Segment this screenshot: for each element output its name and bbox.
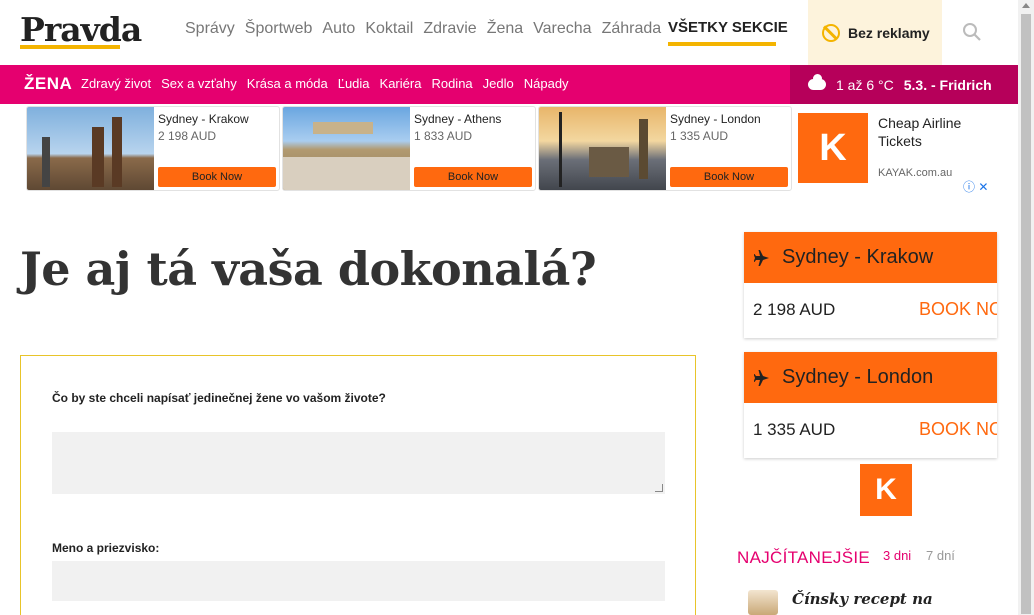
site-logo[interactable]: Pravda xyxy=(20,10,142,49)
flight-route: Sydney - Krakow xyxy=(782,246,934,268)
no-ads-label: Bez reklamy xyxy=(848,24,930,41)
article-thumbnail[interactable] xyxy=(748,590,778,615)
page: Pravda Správy Športweb Auto Koktail Zdra… xyxy=(0,0,1034,615)
main-nav: Správy Športweb Auto Koktail Zdravie Žen… xyxy=(185,20,671,38)
ad-card-athens[interactable]: Sydney - Athens 1 833 AUD Book Now xyxy=(282,106,536,191)
nav-item-zena[interactable]: Žena xyxy=(487,20,523,38)
nav-item-auto[interactable]: Auto xyxy=(322,20,355,38)
scrollbar-thumb[interactable] xyxy=(1021,14,1031,614)
athens-image xyxy=(283,107,410,190)
nav-item-zdravie[interactable]: Zdravie xyxy=(423,20,476,38)
ad-route: Sydney - London xyxy=(670,112,761,126)
ad-banner: Sydney - Krakow 2 198 AUD Book Now Sydne… xyxy=(26,106,792,191)
ad-price: 1 833 AUD xyxy=(414,129,473,143)
message-textarea[interactable] xyxy=(52,432,665,494)
weather-widget: 1 až 6 °C 5.3. - Fridrich xyxy=(790,65,1018,104)
flight-card-header: Sydney - Krakow xyxy=(744,232,997,283)
all-sections-underline xyxy=(668,42,776,46)
flight-amount: 2 198 AUD xyxy=(753,300,836,319)
ad-route: Sydney - Krakow xyxy=(158,112,249,126)
section-item-krasa-a-moda[interactable]: Krása a móda xyxy=(247,76,328,91)
scroll-up-icon[interactable] xyxy=(1022,3,1030,8)
section-nav-items: Zdravý život Sex a vzťahy Krása a móda Ľ… xyxy=(81,76,579,91)
ad-card-krakow[interactable]: Sydney - Krakow 2 198 AUD Book Now xyxy=(26,106,280,191)
resize-grip-icon[interactable] xyxy=(655,484,663,492)
nav-item-spravy[interactable]: Správy xyxy=(185,20,235,38)
kayak-logo[interactable]: K xyxy=(798,113,868,183)
flight-amount: 1 335 AUD xyxy=(753,420,836,439)
logo-underline xyxy=(20,45,120,49)
book-now-link[interactable]: BOOK NOW xyxy=(919,299,997,320)
flight-route: Sydney - London xyxy=(782,366,934,388)
flight-card-krakow[interactable]: Sydney - Krakow 2 198 AUD BOOK NOW xyxy=(744,232,997,338)
flight-card-header: Sydney - London xyxy=(744,352,997,403)
section-item-kariera[interactable]: Kariéra xyxy=(380,76,422,91)
ban-icon xyxy=(822,23,840,42)
london-image xyxy=(539,107,666,190)
plane-icon xyxy=(754,249,769,266)
nav-item-koktail[interactable]: Koktail xyxy=(365,20,413,38)
book-now-link[interactable]: BOOK NOW xyxy=(919,419,997,440)
scrollbar[interactable] xyxy=(1018,0,1034,615)
section-item-napady[interactable]: Nápady xyxy=(524,76,569,91)
section-item-zdravy-zivot[interactable]: Zdravý život xyxy=(81,76,151,91)
no-ads-button[interactable]: Bez reklamy xyxy=(808,0,942,65)
all-sections-link[interactable]: VŠETKY SEKCIE xyxy=(668,19,788,36)
adchoices-icon[interactable]: ⓘ ✕ xyxy=(963,178,988,195)
kayak-logo-small[interactable]: K xyxy=(860,464,912,516)
section-item-sex-a-vztahy[interactable]: Sex a vzťahy xyxy=(161,76,237,91)
nav-item-zahrada[interactable]: Záhrada xyxy=(602,20,662,38)
tab-3-days[interactable]: 3 dni xyxy=(883,548,911,563)
name-input[interactable] xyxy=(52,561,665,601)
most-read-item-title[interactable]: Čínsky recept na xyxy=(792,590,933,608)
kayak-domain[interactable]: KAYAK.com.au xyxy=(878,167,952,179)
site-header: Pravda Správy Športweb Auto Koktail Zdra… xyxy=(0,0,1018,65)
plane-icon xyxy=(754,369,769,386)
question-label: Čo by ste chceli napísať jedinečnej žene… xyxy=(52,391,386,405)
article-title: Je aj tá vaša dokonalá? xyxy=(20,242,597,296)
nav-item-varecha[interactable]: Varecha xyxy=(533,20,591,38)
book-now-button[interactable]: Book Now xyxy=(414,167,532,187)
book-now-button[interactable]: Book Now xyxy=(158,167,276,187)
weather-temp: 1 až 6 °C xyxy=(836,76,894,93)
cloud-icon xyxy=(808,74,826,90)
ad-price: 1 335 AUD xyxy=(670,129,729,143)
section-item-jedlo[interactable]: Jedlo xyxy=(483,76,514,91)
search-icon[interactable] xyxy=(962,22,982,42)
tab-7-days[interactable]: 7 dní xyxy=(926,548,955,563)
name-day: 5.3. - Fridrich xyxy=(903,76,992,93)
book-now-button[interactable]: Book Now xyxy=(670,167,788,187)
ad-card-london[interactable]: Sydney - London 1 335 AUD Book Now xyxy=(538,106,792,191)
message-form: Čo by ste chceli napísať jedinečnej žene… xyxy=(20,355,696,615)
ad-route: Sydney - Athens xyxy=(414,112,502,126)
name-label: Meno a priezvisko: xyxy=(52,541,160,555)
ad-price: 2 198 AUD xyxy=(158,129,217,143)
kayak-headline[interactable]: Cheap Airline Tickets xyxy=(878,114,988,150)
section-item-rodina[interactable]: Rodina xyxy=(431,76,472,91)
krakow-image xyxy=(27,107,154,190)
section-item-ludia[interactable]: Ľudia xyxy=(338,76,370,91)
most-read-heading: NAJČÍTANEJŠIE xyxy=(737,548,870,567)
flight-card-london[interactable]: Sydney - London 1 335 AUD BOOK NOW xyxy=(744,352,997,458)
section-title[interactable]: ŽENA xyxy=(24,74,72,94)
nav-item-sportweb[interactable]: Športweb xyxy=(245,20,313,38)
